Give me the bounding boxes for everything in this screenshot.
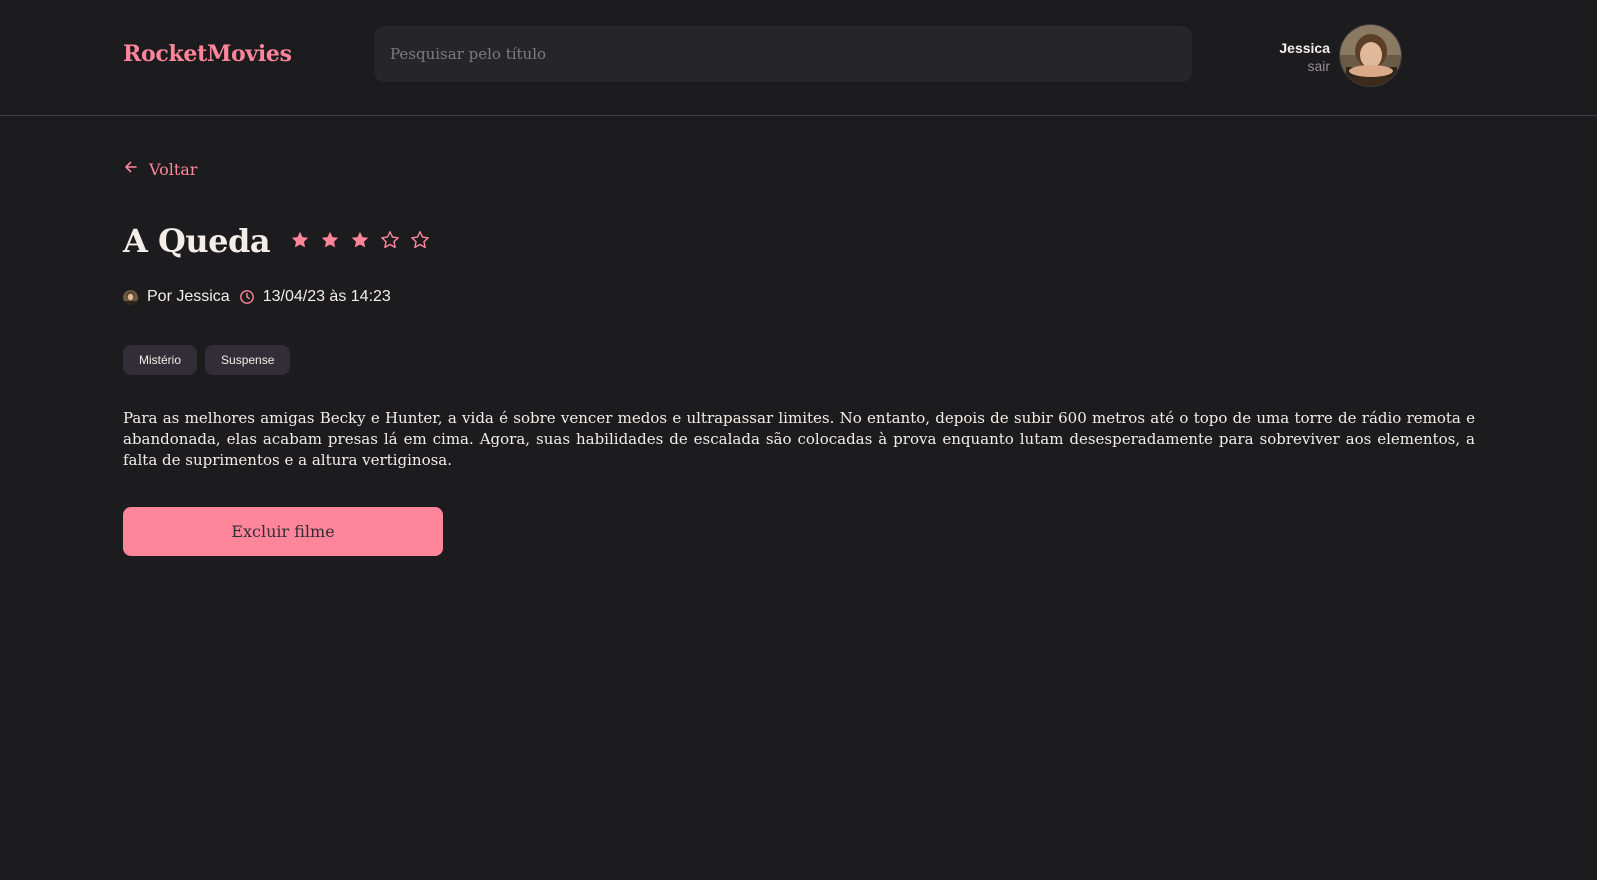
movie-title: A Queda (123, 222, 271, 260)
clock-icon (239, 289, 255, 305)
star-outline-icon (410, 230, 430, 254)
author-label: Por Jessica (147, 288, 230, 305)
app-header: RocketMovies Jessica sair (0, 0, 1597, 116)
movie-meta: Por Jessica 13/04/23 às 14:23 (123, 288, 391, 306)
profile-info: Jessica sair (1279, 40, 1330, 74)
logout-link[interactable]: sair (1279, 58, 1330, 74)
search-input[interactable] (374, 26, 1192, 82)
delete-movie-button[interactable]: Excluir filme (123, 507, 443, 556)
created-datetime: 13/04/23 às 14:23 (262, 288, 391, 305)
star-outline-icon (380, 230, 400, 254)
tag: Suspense (205, 345, 291, 375)
back-link[interactable]: Voltar (123, 159, 197, 179)
rating-stars (290, 230, 430, 254)
star-filled-icon (290, 230, 310, 254)
star-filled-icon (350, 230, 370, 254)
arrow-left-icon (123, 159, 139, 179)
avatar[interactable] (1339, 24, 1402, 87)
app-logo[interactable]: RocketMovies (123, 41, 292, 67)
profile-name: Jessica (1279, 40, 1330, 56)
movie-description: Para as melhores amigas Becky e Hunter, … (123, 409, 1475, 469)
author-avatar (123, 289, 138, 305)
back-label: Voltar (149, 159, 198, 179)
star-filled-icon (320, 230, 340, 254)
movie-title-row: A Queda (123, 222, 430, 260)
tag-list: Mistério Suspense (123, 345, 291, 375)
tag: Mistério (123, 345, 198, 375)
